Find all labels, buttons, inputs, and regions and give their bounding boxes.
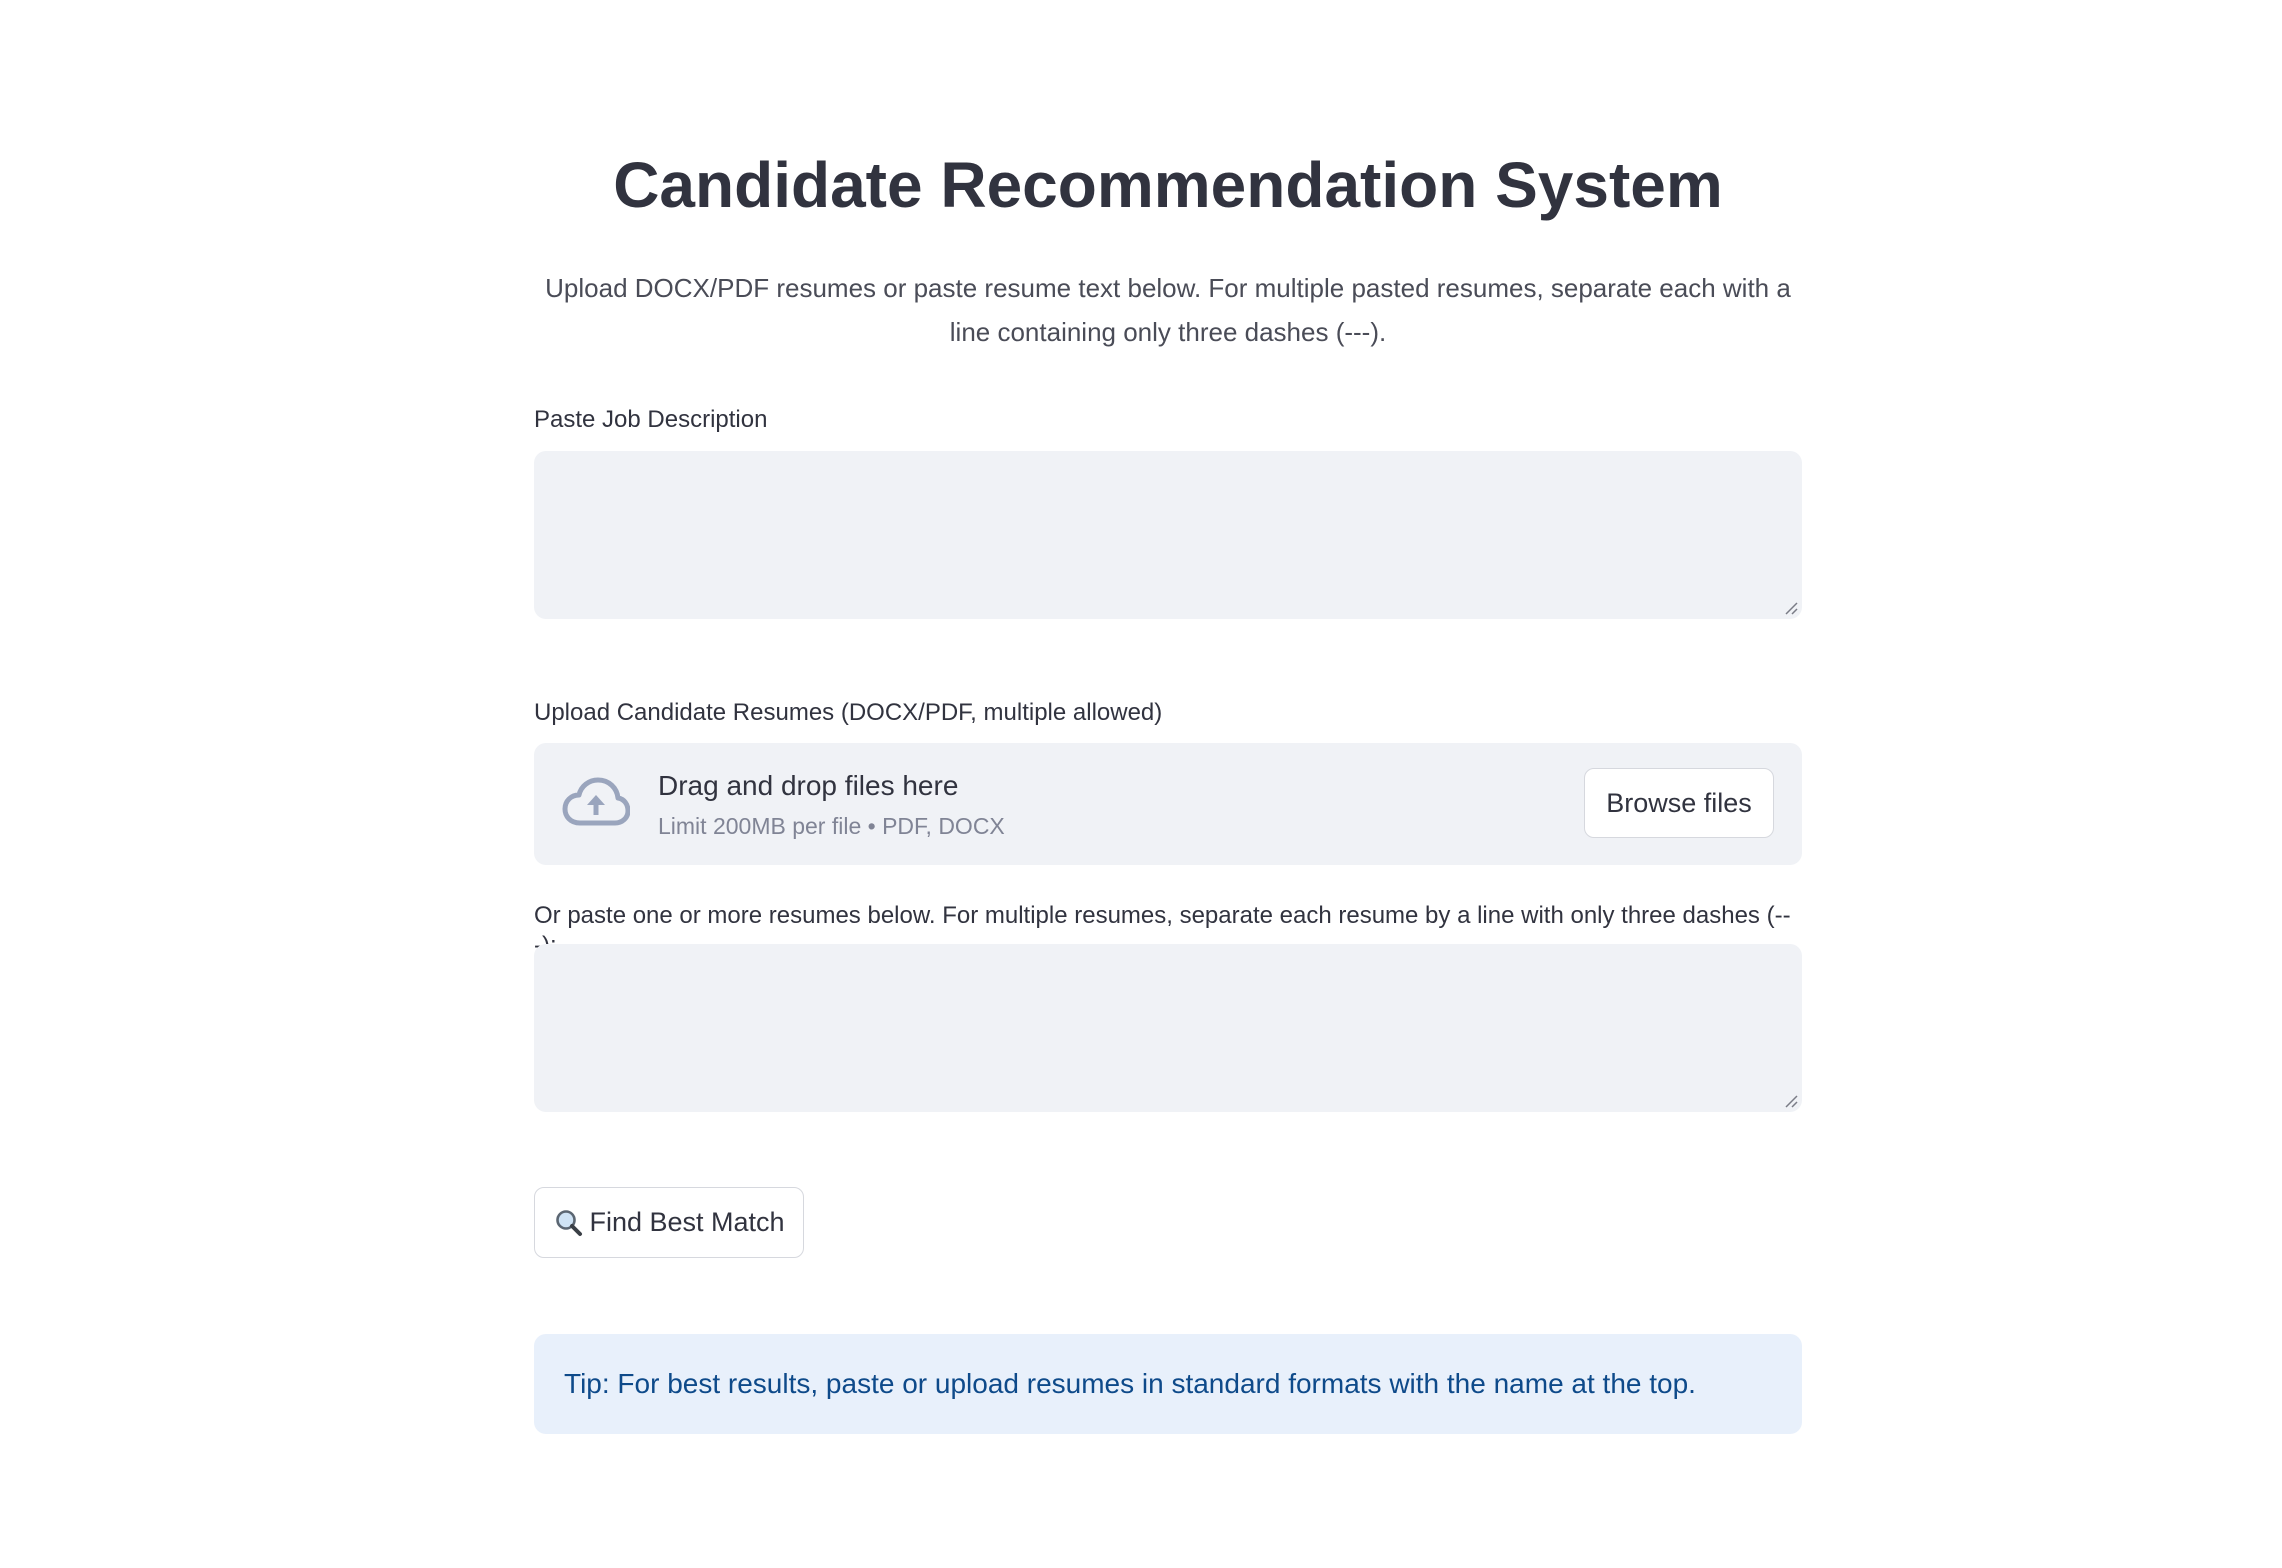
browse-files-button[interactable]: Browse files — [1584, 768, 1774, 838]
tip-alert: Tip: For best results, paste or upload r… — [534, 1334, 1802, 1434]
dropzone-title: Drag and drop files here — [658, 770, 959, 801]
uploader-label: Upload Candidate Resumes (DOCX/PDF, mult… — [534, 699, 1163, 726]
cloud-upload-icon — [562, 777, 630, 826]
resize-grip-icon[interactable] — [1782, 1092, 1798, 1108]
pasted-resumes-field-wrapper — [534, 944, 1802, 1112]
job-description-label: Paste Job Description — [534, 406, 768, 433]
job-description-field-wrapper — [534, 451, 1802, 619]
find-best-match-label: Find Best Match — [589, 1207, 785, 1237]
tip-text: Tip: For best results, paste or upload r… — [564, 1368, 1696, 1399]
magnifier-icon — [556, 1209, 583, 1236]
find-best-match-button[interactable]: Find Best Match — [534, 1187, 804, 1258]
resize-grip-icon[interactable] — [1782, 599, 1798, 615]
pasted-resumes-field[interactable] — [534, 944, 1802, 1112]
page: Candidate Recommendation System Upload D… — [0, 0, 2282, 1568]
page-title: Candidate Recommendation System — [613, 149, 1723, 221]
dropzone-limit-text: Limit 200MB per file • PDF, DOCX — [658, 813, 1005, 839]
file-dropzone[interactable]: Drag and drop files here Limit 200MB per… — [534, 743, 1802, 865]
page-subtitle: Upload DOCX/PDF resumes or paste resume … — [545, 273, 1791, 347]
job-description-field[interactable] — [534, 451, 1802, 619]
